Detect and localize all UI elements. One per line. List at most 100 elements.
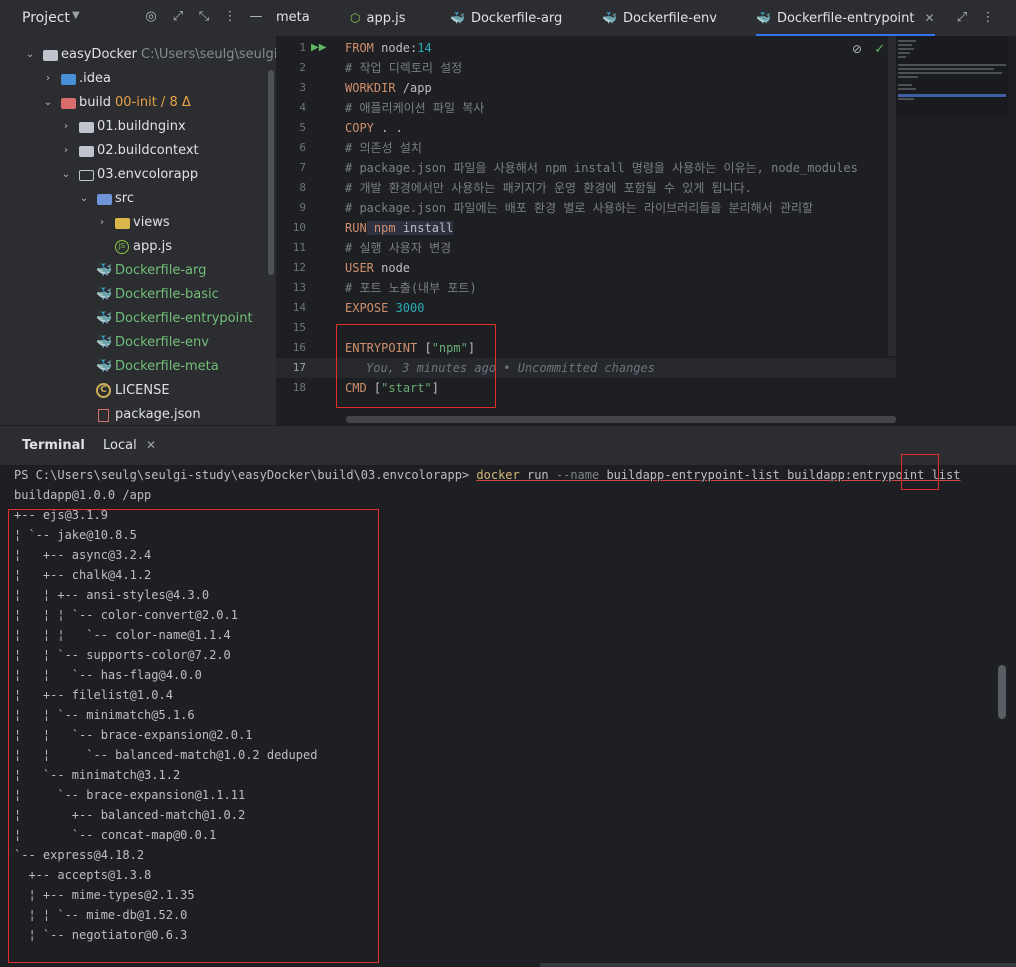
editor-horizontal-scrollbar[interactable] xyxy=(346,416,896,423)
project-scrollbar[interactable] xyxy=(268,70,274,275)
tab-dockerfile-env[interactable]: 🐳 Dockerfile-env xyxy=(602,0,717,36)
tree-item-license[interactable]: C LICENSE xyxy=(0,379,276,403)
tree-item-dockerfile-env[interactable]: 🐳 Dockerfile-env xyxy=(0,331,276,355)
chevron-down-icon[interactable]: ⌄ xyxy=(42,91,54,115)
editor-tabs: meta ⬡ app.js 🐳 Dockerfile-arg 🐳 Dockerfile… xyxy=(276,0,1016,36)
line-number: 4 xyxy=(299,101,306,114)
close-icon[interactable]: ✕ xyxy=(925,11,935,25)
tab-dockerfile-entrypoint[interactable]: 🐳 Dockerfile-entrypoint ✕ xyxy=(756,0,935,36)
tree-item-dockerfile-meta[interactable]: 🐳 Dockerfile-meta xyxy=(0,355,276,379)
minimap[interactable] xyxy=(896,36,1008,116)
keyword: USER xyxy=(345,261,374,275)
folder-icon xyxy=(79,146,94,157)
expand-all-icon[interactable]: ⤢ xyxy=(170,9,186,25)
tree-item-app-js[interactable]: JS app.js xyxy=(0,235,276,259)
close-icon[interactable]: ✕ xyxy=(146,438,156,452)
tab-label: Dockerfile-arg xyxy=(470,11,563,26)
chevron-down-icon[interactable]: ⌄ xyxy=(60,163,72,187)
terminal-command-line[interactable]: PS C:\Users\seulg\seulgi-study\easyDocke… xyxy=(14,465,960,485)
terminal-title[interactable]: Terminal xyxy=(22,438,85,453)
code-line[interactable]: COPY . . xyxy=(345,118,403,138)
code-text: /app xyxy=(395,81,432,95)
maximize-icon[interactable]: ⤢ xyxy=(954,10,970,26)
tree-item-label: Dockerfile-entrypoint xyxy=(115,311,253,326)
editor-scrollbar[interactable] xyxy=(888,36,896,356)
tree-item-02-buildcontext[interactable]: › 02.buildcontext xyxy=(0,139,276,163)
line-number-current: 17 xyxy=(292,361,306,374)
annotation-box xyxy=(901,454,939,490)
reader-mode-off-icon[interactable]: ⊘ xyxy=(852,42,862,56)
code-line[interactable]: EXPOSE 3000 xyxy=(345,298,424,318)
terminal-flag: --name xyxy=(555,468,600,482)
project-title[interactable]: Project xyxy=(22,10,70,26)
tree-item-03-envcolorapp[interactable]: ⌄ 03.envcolorapp xyxy=(0,163,276,187)
keyword: FROM xyxy=(345,41,374,55)
code-editor[interactable]: ▶▶ 1 2 3 4 5 6 7 8 9 10 11 12 13 14 15 1… xyxy=(276,36,1016,425)
chevron-down-icon[interactable]: ⌄ xyxy=(78,187,90,211)
minimap-line xyxy=(898,40,916,42)
code-line[interactable]: # package.json 파일을 사용해서 npm install 명령을 … xyxy=(345,158,858,178)
terminal-horizontal-scrollbar[interactable] xyxy=(540,963,1016,967)
tree-item-label: Dockerfile-basic xyxy=(115,287,219,302)
tree-item-easydocker[interactable]: ⌄ easyDocker C:\Users\seulg\seulgi xyxy=(0,43,276,67)
tab-app-js[interactable]: ⬡ app.js xyxy=(350,0,405,36)
line-number: 11 xyxy=(292,241,306,254)
chevron-right-icon[interactable]: › xyxy=(96,211,108,235)
terminal-scrollbar[interactable] xyxy=(998,665,1006,719)
chevron-right-icon[interactable]: › xyxy=(60,139,72,163)
chevron-right-icon[interactable]: › xyxy=(42,67,54,91)
code-text: node: xyxy=(373,41,418,55)
minimap-line xyxy=(898,48,914,50)
target-icon[interactable]: ◎ xyxy=(143,9,159,25)
code-line[interactable]: FROM node:14 xyxy=(345,38,432,58)
run-icon[interactable]: ▶▶ xyxy=(311,42,326,53)
minimap-viewport xyxy=(898,94,1006,97)
code-line[interactable]: # 애플리케이션 파일 복사 xyxy=(345,98,484,118)
code-line[interactable]: WORKDIR /app xyxy=(345,78,432,98)
line-number: 15 xyxy=(292,321,306,334)
npm-package-icon xyxy=(98,409,109,422)
code-line[interactable]: # 실행 사용자 변경 xyxy=(345,238,451,258)
tree-item-label: Dockerfile-arg xyxy=(115,263,207,278)
tree-item-dockerfile-entrypoint[interactable]: 🐳 Dockerfile-entrypoint xyxy=(0,307,276,331)
keyword: RUN xyxy=(345,221,367,235)
tab-local[interactable]: Local xyxy=(103,438,137,453)
license-icon: C xyxy=(96,383,111,398)
javascript-file-icon: ⬡ xyxy=(350,11,361,25)
tree-item-src[interactable]: ⌄ src xyxy=(0,187,276,211)
hide-panel-icon[interactable]: — xyxy=(248,9,264,25)
terminal-command-text: run xyxy=(519,468,556,482)
project-header: Project ▼ ◎ ⤢ ⤡ ⋮ — xyxy=(0,0,276,36)
code-line[interactable]: # 포트 노출(내부 포트) xyxy=(345,278,477,298)
tree-item-package-json[interactable]: package.json xyxy=(0,403,276,425)
minimap-line xyxy=(898,44,912,46)
chevron-right-icon[interactable]: › xyxy=(60,115,72,139)
tree-item-idea[interactable]: › .idea xyxy=(0,67,276,91)
tree-item-build[interactable]: ⌄ build 00-init / 8 Δ xyxy=(0,91,276,115)
chevron-down-icon[interactable]: ⌄ xyxy=(24,43,36,67)
tree-item-label: LICENSE xyxy=(115,383,170,398)
tree-item-dockerfile-arg[interactable]: 🐳 Dockerfile-arg xyxy=(0,259,276,283)
more-options-icon[interactable]: ⋮ xyxy=(222,9,238,25)
code-line[interactable]: # package.json 파일에는 배포 환경 별로 사용하는 라이브러리들… xyxy=(345,198,813,218)
checkmark-icon[interactable]: ✓ xyxy=(874,42,885,57)
folder-icon xyxy=(61,98,76,109)
tab-label: Dockerfile-entrypoint xyxy=(776,11,915,26)
code-number: 3000 xyxy=(388,301,425,315)
tab-meta[interactable]: meta xyxy=(276,0,310,36)
collapse-all-icon[interactable]: ⤡ xyxy=(196,9,212,25)
tree-item-dockerfile-basic[interactable]: 🐳 Dockerfile-basic xyxy=(0,283,276,307)
code-line[interactable]: USER node xyxy=(345,258,410,278)
code-line[interactable]: # 작업 디렉토리 설정 xyxy=(345,58,462,78)
tab-dockerfile-arg[interactable]: 🐳 Dockerfile-arg xyxy=(450,0,562,36)
tree-item-01-buildnginx[interactable]: › 01.buildnginx xyxy=(0,115,276,139)
chevron-down-icon[interactable]: ▼ xyxy=(72,10,80,21)
tree-item-views[interactable]: › views xyxy=(0,211,276,235)
tree-item-label: 02.buildcontext xyxy=(97,143,199,158)
code-line[interactable]: # 개발 환경에서만 사용하는 패키지가 운영 환경에 포함될 수 있게 됩니다… xyxy=(345,178,752,198)
terminal-panel[interactable]: Terminal Local ✕ PS C:\Users\seulg\seulg… xyxy=(0,425,1016,967)
more-options-icon[interactable]: ⋮ xyxy=(980,10,996,26)
minimap-line xyxy=(898,68,994,70)
code-line[interactable]: # 의존성 설치 xyxy=(345,138,422,158)
code-line[interactable]: RUN npm install xyxy=(345,218,454,238)
